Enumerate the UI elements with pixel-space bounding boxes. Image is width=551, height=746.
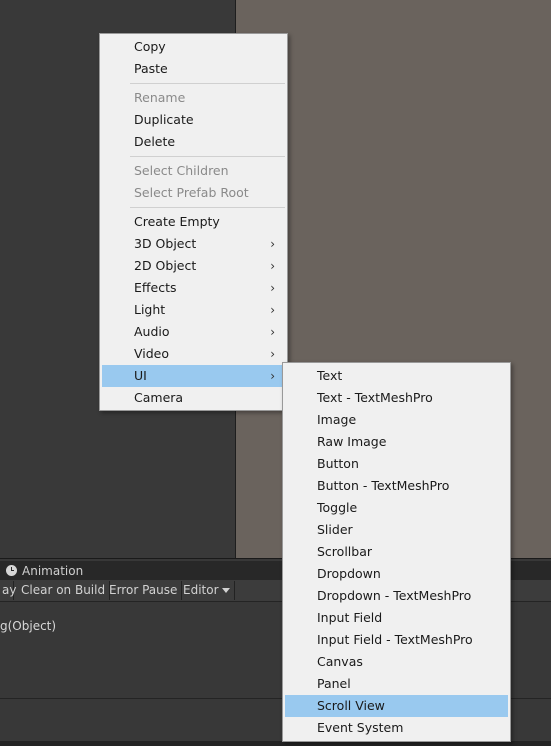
chevron-right-icon: › <box>270 237 275 251</box>
menu-separator <box>130 83 285 84</box>
submenu-item-button-textmeshpro[interactable]: Button - TextMeshPro <box>283 475 510 497</box>
menu-item-3d-object-label: 3D Object <box>134 236 197 251</box>
menu-item-ui[interactable]: UI › <box>102 365 285 387</box>
error-pause-button[interactable]: Error Pause <box>105 581 183 600</box>
menu-item-2d-object[interactable]: 2D Object › <box>100 255 287 277</box>
submenu-item-event-system[interactable]: Event System <box>283 717 510 739</box>
submenu-item-button[interactable]: Button <box>283 453 510 475</box>
menu-item-camera[interactable]: Camera <box>100 387 287 409</box>
clear-on-build-button[interactable]: Clear on Build <box>17 581 111 600</box>
menu-item-video[interactable]: Video › <box>100 343 287 365</box>
editor-dropdown[interactable]: Editor <box>179 581 235 600</box>
menu-item-effects-label: Effects <box>134 280 177 295</box>
submenu-item-input-field[interactable]: Input Field <box>283 607 510 629</box>
menu-item-3d-object[interactable]: 3D Object › <box>100 233 287 255</box>
menu-item-copy[interactable]: Copy <box>100 36 287 58</box>
submenu-item-scrollbar[interactable]: Scrollbar <box>283 541 510 563</box>
submenu-item-panel[interactable]: Panel <box>283 673 510 695</box>
ui-submenu: Text Text - TextMeshPro Image Raw Image … <box>282 362 511 742</box>
tab-animation-label: Animation <box>22 563 84 578</box>
chevron-right-icon: › <box>270 259 275 273</box>
menu-item-audio[interactable]: Audio › <box>100 321 287 343</box>
submenu-item-dropdown[interactable]: Dropdown <box>283 563 510 585</box>
chevron-down-icon <box>221 588 230 593</box>
chevron-right-icon: › <box>270 281 275 295</box>
menu-item-paste[interactable]: Paste <box>100 58 287 80</box>
submenu-item-text[interactable]: Text <box>283 365 510 387</box>
chevron-right-icon: › <box>270 369 275 383</box>
menu-item-light[interactable]: Light › <box>100 299 287 321</box>
submenu-item-scroll-view[interactable]: Scroll View <box>285 695 508 717</box>
menu-item-duplicate[interactable]: Duplicate <box>100 109 287 131</box>
submenu-item-slider[interactable]: Slider <box>283 519 510 541</box>
menu-item-select-prefab-root: Select Prefab Root <box>134 185 249 200</box>
submenu-item-image[interactable]: Image <box>283 409 510 431</box>
menu-item-effects[interactable]: Effects › <box>100 277 287 299</box>
menu-item-video-label: Video <box>134 346 170 361</box>
editor-dropdown-label: Editor <box>183 583 219 597</box>
error-pause-on-play-button[interactable]: ay <box>0 581 16 600</box>
chevron-right-icon: › <box>270 303 275 317</box>
menu-item-2d-object-label: 2D Object <box>134 258 197 273</box>
submenu-item-canvas[interactable]: Canvas <box>283 651 510 673</box>
menu-item-rename: Rename <box>134 90 186 105</box>
context-menu: Copy Paste Rename Duplicate Delete Selec… <box>99 33 288 411</box>
menu-item-audio-label: Audio <box>134 324 170 339</box>
menu-separator <box>130 207 285 208</box>
menu-item-ui-label: UI <box>134 368 147 383</box>
submenu-item-text-textmeshpro[interactable]: Text - TextMeshPro <box>283 387 510 409</box>
submenu-item-raw-image[interactable]: Raw Image <box>283 431 510 453</box>
menu-separator <box>130 156 285 157</box>
submenu-item-toggle[interactable]: Toggle <box>283 497 510 519</box>
menu-item-light-label: Light <box>134 302 166 317</box>
tab-animation[interactable]: Animation <box>6 561 83 580</box>
menu-item-create-empty[interactable]: Create Empty <box>100 211 287 233</box>
submenu-item-dropdown-textmeshpro[interactable]: Dropdown - TextMeshPro <box>283 585 510 607</box>
chevron-right-icon: › <box>270 325 275 339</box>
submenu-item-input-field-textmeshpro[interactable]: Input Field - TextMeshPro <box>283 629 510 651</box>
chevron-right-icon: › <box>270 347 275 361</box>
clock-icon <box>6 565 17 576</box>
menu-item-select-children: Select Children <box>134 163 229 178</box>
log-entry[interactable]: g(Object) <box>0 619 56 633</box>
menu-item-delete[interactable]: Delete <box>100 131 287 153</box>
